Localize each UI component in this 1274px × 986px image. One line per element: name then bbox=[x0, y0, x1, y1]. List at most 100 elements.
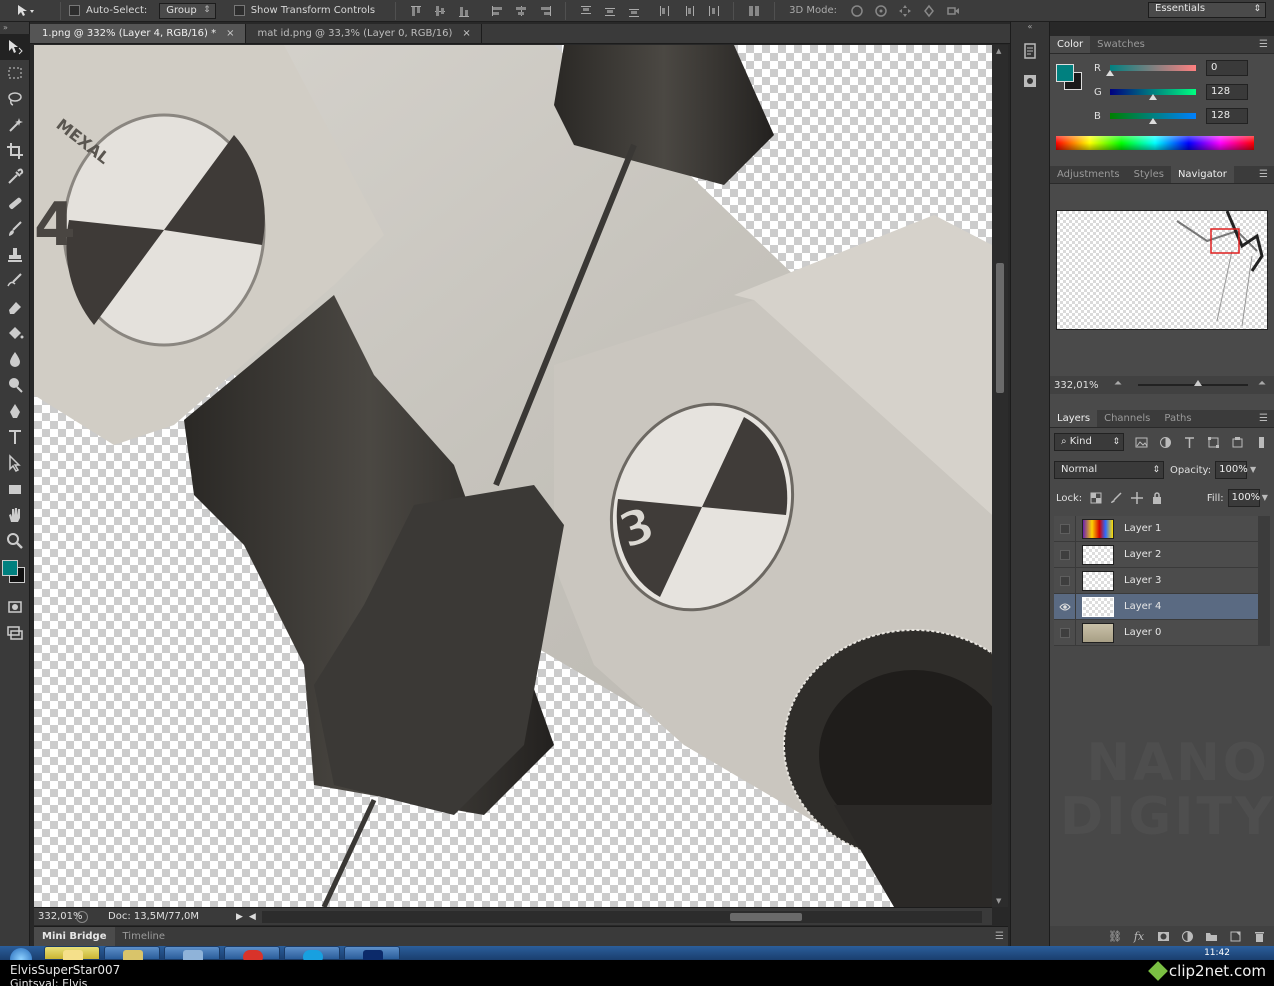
roll-3d-icon[interactable] bbox=[874, 4, 888, 18]
panel-menu-icon[interactable]: ☰ bbox=[1259, 413, 1268, 424]
scroll-up-icon[interactable]: ▲ bbox=[996, 47, 1001, 55]
tab-timeline[interactable]: Timeline bbox=[115, 927, 174, 947]
panel-menu-icon[interactable]: ☰ bbox=[1259, 169, 1268, 180]
taskbar-app-explorer[interactable] bbox=[44, 946, 100, 964]
magic-wand-tool[interactable] bbox=[0, 112, 30, 138]
zoom-out-icon[interactable]: ⏶ bbox=[1114, 378, 1122, 389]
lock-position-icon[interactable] bbox=[1130, 491, 1143, 505]
status-icon[interactable] bbox=[76, 910, 88, 923]
scale-3d-icon[interactable] bbox=[946, 4, 960, 18]
tab-swatches[interactable]: Swatches bbox=[1090, 36, 1152, 53]
taskbar-clock[interactable]: 11:42 bbox=[1204, 948, 1230, 958]
taskbar-app-skype[interactable] bbox=[284, 946, 340, 964]
auto-align-icon[interactable] bbox=[747, 4, 761, 18]
new-group-icon[interactable] bbox=[1204, 929, 1218, 943]
slide-3d-icon[interactable] bbox=[922, 4, 936, 18]
tab-color[interactable]: Color bbox=[1050, 36, 1091, 53]
tab-navigator[interactable]: Navigator bbox=[1170, 166, 1234, 183]
visibility-toggle[interactable] bbox=[1054, 541, 1076, 568]
horizontal-scrollbar[interactable] bbox=[261, 910, 982, 923]
foreground-color-swatch[interactable] bbox=[1056, 64, 1074, 82]
align-vcenter-icon[interactable] bbox=[433, 4, 447, 18]
navigator-zoom-slider[interactable] bbox=[1138, 380, 1248, 386]
lock-pixels-icon[interactable] bbox=[1110, 491, 1122, 505]
tab-paths[interactable]: Paths bbox=[1157, 410, 1198, 427]
taskbar-app-window[interactable] bbox=[164, 946, 220, 964]
eyedropper-tool[interactable] bbox=[0, 164, 30, 190]
green-slider-thumb[interactable] bbox=[1149, 94, 1158, 100]
new-layer-icon[interactable] bbox=[1228, 929, 1242, 943]
lock-transparency-icon[interactable] bbox=[1090, 491, 1102, 505]
rectangle-tool[interactable] bbox=[0, 476, 30, 502]
start-button[interactable] bbox=[4, 946, 40, 970]
color-spectrum-ramp[interactable] bbox=[1056, 136, 1254, 150]
layer-row-selected[interactable]: Layer 4 bbox=[1054, 593, 1258, 620]
link-layers-icon[interactable]: ⛓ bbox=[1108, 929, 1122, 943]
tab-mini-bridge[interactable]: Mini Bridge bbox=[34, 926, 115, 947]
path-selection-tool[interactable] bbox=[0, 450, 30, 476]
navigator-thumbnail[interactable] bbox=[1056, 210, 1268, 330]
horizontal-scroll-thumb[interactable] bbox=[729, 912, 802, 921]
drag-3d-icon[interactable] bbox=[898, 4, 912, 18]
layer-row[interactable]: Layer 3 bbox=[1054, 567, 1258, 594]
smart-object-filter-icon[interactable] bbox=[1230, 435, 1244, 449]
workspace-dropdown[interactable]: Essentials bbox=[1148, 2, 1266, 18]
document-tab-2[interactable]: mat id.png @ 33,3% (Layer 0, RGB/16) × bbox=[246, 24, 482, 43]
type-tool[interactable] bbox=[0, 424, 30, 450]
paint-bucket-tool[interactable] bbox=[0, 320, 30, 346]
blue-slider-thumb[interactable] bbox=[1149, 118, 1158, 124]
close-tab-icon[interactable]: × bbox=[462, 24, 470, 43]
add-mask-icon[interactable] bbox=[1156, 929, 1170, 943]
lock-all-icon[interactable] bbox=[1151, 491, 1163, 505]
panel-menu-icon[interactable]: ☰ bbox=[995, 931, 1004, 942]
green-slider[interactable] bbox=[1110, 89, 1196, 100]
eraser-tool[interactable] bbox=[0, 294, 30, 320]
distribute-left-icon[interactable] bbox=[658, 4, 672, 18]
lasso-tool[interactable] bbox=[0, 86, 30, 112]
taskbar-app-browser[interactable] bbox=[224, 946, 280, 964]
blue-value-field[interactable]: 128 bbox=[1206, 108, 1248, 124]
visibility-toggle[interactable] bbox=[1054, 567, 1076, 594]
document-canvas[interactable]: 4 3 MEXAL bbox=[34, 45, 992, 907]
tab-styles[interactable]: Styles bbox=[1127, 166, 1171, 183]
pixel-filter-icon[interactable] bbox=[1134, 435, 1148, 449]
opacity-dropdown-icon[interactable]: ▼ bbox=[1247, 461, 1259, 479]
align-left-icon[interactable] bbox=[490, 4, 504, 18]
delete-layer-icon[interactable] bbox=[1252, 929, 1266, 943]
document-tab-1[interactable]: 1.png @ 332% (Layer 4, RGB/16) * × bbox=[30, 24, 246, 43]
marquee-tool[interactable] bbox=[0, 60, 30, 86]
tab-channels[interactable]: Channels bbox=[1097, 410, 1157, 427]
align-right-icon[interactable] bbox=[538, 4, 552, 18]
properties-panel-button[interactable] bbox=[1015, 68, 1045, 94]
zoom-in-icon[interactable]: ⏶ bbox=[1258, 378, 1266, 389]
distribute-hcenter-icon[interactable] bbox=[682, 4, 696, 18]
dodge-tool[interactable] bbox=[0, 372, 30, 398]
align-top-icon[interactable] bbox=[409, 4, 423, 18]
adjustment-layer-icon[interactable] bbox=[1180, 929, 1194, 943]
layer-row[interactable]: Layer 1 bbox=[1054, 515, 1258, 542]
visibility-toggle[interactable] bbox=[1054, 593, 1076, 620]
blue-slider[interactable] bbox=[1110, 113, 1196, 124]
rotate-3d-icon[interactable] bbox=[850, 4, 864, 18]
layers-scrollbar[interactable] bbox=[1258, 516, 1270, 646]
red-value-field[interactable]: 0 bbox=[1206, 60, 1248, 76]
navigator-zoom-thumb[interactable] bbox=[1194, 380, 1202, 386]
auto-select-checkbox[interactable] bbox=[69, 5, 80, 16]
zoom-level-field[interactable]: 332,01% bbox=[34, 911, 83, 922]
filter-toggle-icon[interactable] bbox=[1254, 435, 1268, 449]
auto-select-dropdown[interactable]: Group bbox=[159, 2, 216, 19]
align-hcenter-icon[interactable] bbox=[514, 4, 528, 18]
taskbar-app-photoshop[interactable] bbox=[344, 946, 400, 964]
layer-row[interactable]: Layer 0 bbox=[1054, 619, 1258, 646]
scroll-left-icon[interactable]: ◀ bbox=[249, 912, 256, 922]
tab-layers[interactable]: Layers bbox=[1050, 410, 1098, 427]
history-panel-button[interactable] bbox=[1015, 38, 1045, 64]
layer-style-icon[interactable]: fx bbox=[1132, 929, 1146, 943]
scroll-down-icon[interactable]: ▼ bbox=[996, 897, 1001, 905]
red-slider[interactable] bbox=[1106, 65, 1196, 76]
distribute-top-icon[interactable] bbox=[579, 4, 593, 18]
fill-field[interactable]: 100% bbox=[1227, 489, 1260, 507]
opacity-field[interactable]: 100% bbox=[1215, 461, 1248, 479]
layer-row[interactable]: Layer 2 bbox=[1054, 541, 1258, 568]
color-swatches[interactable] bbox=[0, 554, 29, 594]
